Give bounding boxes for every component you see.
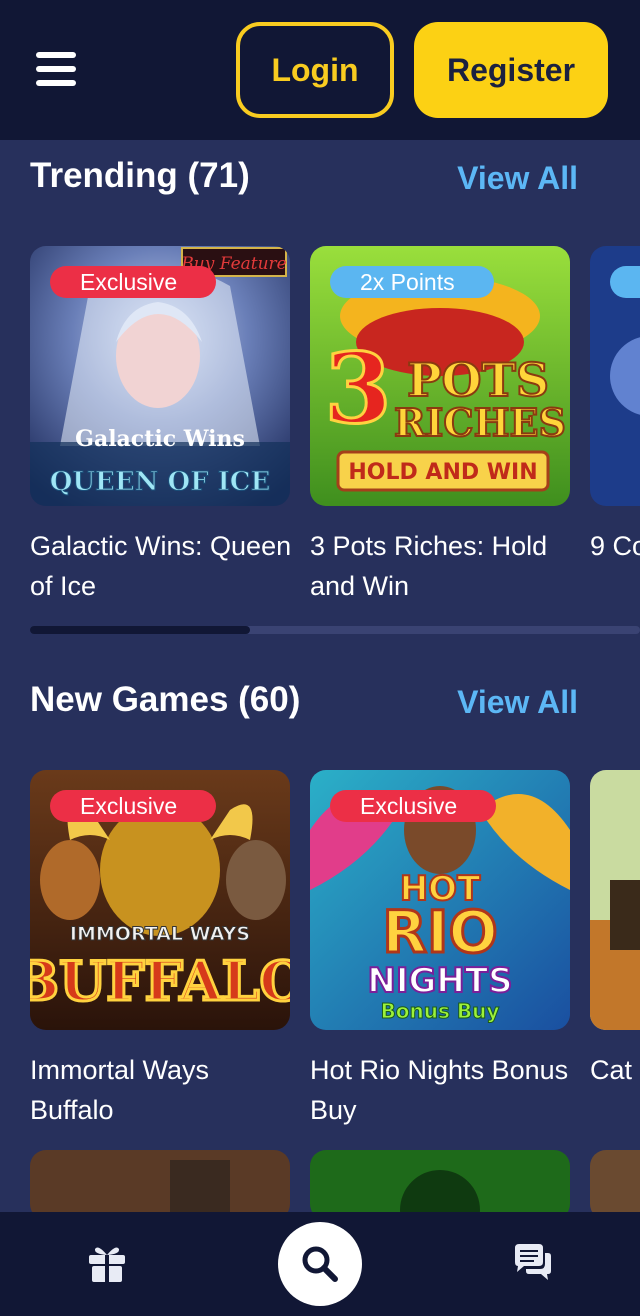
- chat-icon[interactable]: [512, 1242, 554, 1284]
- game-card[interactable]: 3 POTS RICHES HOLD AND WIN 2x Points 3 P…: [310, 246, 570, 606]
- game-card[interactable]: [590, 1150, 640, 1220]
- game-thumbnail[interactable]: [310, 1150, 570, 1220]
- game-art-text: RICHES: [394, 400, 566, 445]
- game-art-text: IMMORTAL WAYS: [70, 923, 250, 945]
- view-all-trending-link[interactable]: View All: [457, 160, 578, 197]
- trending-scrollbar[interactable]: [30, 626, 640, 634]
- game-card[interactable]: [30, 1150, 290, 1220]
- game-card[interactable]: 9 Co Plat: [590, 246, 640, 566]
- scrollbar-thumb[interactable]: [30, 626, 250, 634]
- gift-icon[interactable]: [86, 1242, 128, 1284]
- game-art-text: HOLD AND WIN: [348, 460, 537, 485]
- game-card[interactable]: IMMORTAL WAYS BUFFALO Exclusive Immortal…: [30, 770, 290, 1130]
- game-title[interactable]: Galactic Wins: Queen of Ice: [30, 526, 300, 606]
- game-art-text: RIO: [382, 898, 498, 966]
- game-card[interactable]: HOT RIO NIGHTS Bonus Buy Exclusive Hot R…: [310, 770, 570, 1130]
- trending-games-row[interactable]: Galactic Wins QUEEN OF ICE Buy Feature E…: [30, 246, 640, 616]
- menu-icon[interactable]: [36, 52, 76, 88]
- game-thumbnail[interactable]: [30, 1150, 290, 1220]
- more-games-row[interactable]: [30, 1150, 640, 1220]
- game-card[interactable]: Galactic Wins QUEEN OF ICE Buy Feature E…: [30, 246, 291, 606]
- game-thumbnail[interactable]: 3 POTS RICHES HOLD AND WIN 2x Points: [310, 246, 570, 506]
- game-art-text: QUEEN OF ICE: [50, 467, 271, 497]
- game-title[interactable]: Hot Rio Nights Bonus Buy: [310, 1050, 580, 1130]
- game-thumbnail[interactable]: HOT RIO NIGHTS Bonus Buy Exclusive: [310, 770, 570, 1030]
- game-title[interactable]: 3 Pots Riches: Hold and Win: [310, 526, 580, 606]
- game-art-text: POTS: [407, 353, 549, 407]
- search-button[interactable]: [278, 1222, 362, 1306]
- search-icon: [302, 1246, 338, 1282]
- view-all-new-games-link[interactable]: View All: [457, 684, 578, 721]
- game-thumbnail[interactable]: IMMORTAL WAYS BUFFALO Exclusive: [30, 770, 290, 1030]
- exclusive-badge: Exclusive: [330, 790, 496, 822]
- game-title[interactable]: Immortal Ways Buffalo: [30, 1050, 300, 1130]
- game-card[interactable]: Cat Cats: [590, 770, 640, 1090]
- game-art-text: Galactic Wins: [75, 426, 245, 452]
- game-art-text: Bonus Buy: [381, 999, 500, 1023]
- game-thumbnail[interactable]: [590, 1150, 640, 1220]
- section-title-trending: Trending (71): [30, 156, 250, 195]
- game-art-text: BUFFALO: [30, 949, 290, 1013]
- exclusive-badge: Exclusive: [50, 266, 216, 298]
- game-thumbnail[interactable]: Galactic Wins QUEEN OF ICE Buy Feature E…: [30, 246, 290, 506]
- new-games-row[interactable]: IMMORTAL WAYS BUFFALO Exclusive Immortal…: [30, 770, 640, 1140]
- game-card[interactable]: [310, 1150, 570, 1220]
- register-button[interactable]: Register: [414, 22, 608, 118]
- game-art-text: 3: [325, 332, 392, 445]
- game-thumbnail[interactable]: [590, 246, 640, 506]
- top-header: Login Register: [0, 0, 640, 140]
- game-title[interactable]: 9 Co Plat: [590, 526, 640, 566]
- game-title[interactable]: Cat Cats: [590, 1050, 640, 1090]
- bottom-navigation: [0, 1212, 640, 1316]
- game-art-text: NIGHTS: [367, 961, 512, 1001]
- login-button[interactable]: Login: [236, 22, 394, 118]
- section-title-new-games: New Games (60): [30, 680, 301, 719]
- exclusive-badge: Exclusive: [50, 790, 216, 822]
- game-thumbnail[interactable]: [590, 770, 640, 1030]
- points-badge: 2x Points: [330, 266, 494, 298]
